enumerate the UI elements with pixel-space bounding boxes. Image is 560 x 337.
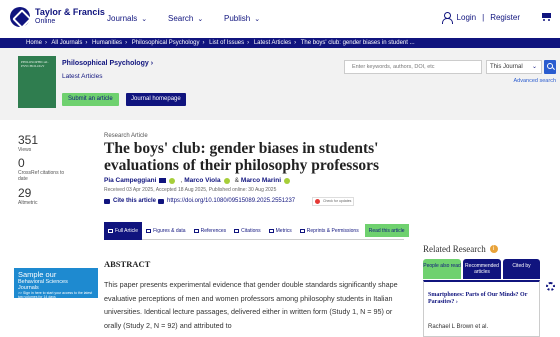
orcid-icon[interactable] [169,177,176,184]
breadcrumb-home[interactable]: Home [26,40,42,46]
tab-people-also-read[interactable]: People also read [423,259,461,279]
breadcrumb: Home › All Journals › Humanities › Philosop… [0,38,560,48]
chevron-down-icon: ⌄ [197,15,204,23]
journal-cover[interactable]: PHILOSOPHICAL PSYCHOLOGY [18,56,56,108]
crossmark-badge[interactable]: Check for updates [312,197,354,206]
views-label: Views [18,147,32,153]
breadcrumb-issues[interactable]: List of Issues [209,40,244,46]
journal-title[interactable]: Philosophical Psychology › [62,60,153,67]
quote-icon [234,228,240,233]
register-link[interactable]: Register [490,13,520,22]
crossref-label: CrossRef citations to date [18,170,65,182]
book-icon [193,228,199,233]
tab-metrics[interactable]: Metrics [265,222,296,240]
cite-article-link[interactable]: Cite this article [104,198,156,204]
journal-homepage-button[interactable]: Journal homepage [126,93,186,106]
article-dates: Received 03 Apr 2025, Accepted 18 Aug 20… [104,187,277,193]
breadcrumb-humanities[interactable]: Humanities [92,40,122,46]
link-icon [158,198,164,204]
orcid-icon[interactable] [284,177,290,184]
account-links: Login | Register [441,12,520,24]
tab-full-article[interactable]: Full Article [104,221,143,240]
chevron-down-icon: ⌄ [141,15,148,23]
chevron-down-icon: ⌄ [531,64,537,70]
related-article-author: Rachael L Brown et al. [428,324,489,330]
quote-icon [104,198,110,204]
tab-recommended[interactable]: Recommended articles [463,259,501,279]
brand-subtitle: Online [35,18,56,25]
article-tabs: Full Article Figures & data References C… [104,221,409,240]
author-link[interactable]: Marco Viola [184,177,220,184]
breadcrumb-latest[interactable]: Latest Articles [254,40,291,46]
breadcrumb-all-journals[interactable]: All Journals [51,40,82,46]
nav-publish[interactable]: Publish ⌄ [224,14,260,23]
tab-figures[interactable]: Figures & data [142,222,190,240]
related-research-heading: Related Research i [423,244,498,254]
altmetric-label: Altmetric [18,200,38,206]
crossref-count: 0 [18,156,25,170]
taylor-francis-logo-icon [10,7,30,27]
read-article-button[interactable]: Read this article [364,224,409,237]
views-count: 351 [18,133,39,147]
journal-banner: PHILOSOPHICAL PSYCHOLOGY Philosophical P… [0,48,560,120]
nav-search[interactable]: Search ⌄ [168,14,203,23]
brand-name: Taylor & Francis [35,7,105,17]
breadcrumb-current: The boys' club: gender biases in student… [300,40,415,46]
search-scope-select[interactable]: This Journal ⌄ [486,60,542,74]
email-icon[interactable] [159,178,167,183]
altmetric-count: 29 [18,186,32,200]
orcid-icon[interactable] [223,177,230,184]
breadcrumb-journal[interactable]: Philosophical Psychology [132,40,200,46]
bar-chart-icon [268,228,274,233]
journal-issue[interactable]: Latest Articles [62,73,102,80]
tab-cited-by[interactable]: Cited by [503,259,540,279]
lock-icon [299,228,305,233]
ad-cta[interactable]: >> Sign in here to start your access to … [18,291,94,299]
settings-gear-icon[interactable] [546,282,555,291]
image-icon [146,228,152,233]
tab-reprints[interactable]: Reprints & Permissions [296,222,363,240]
tab-references[interactable]: References [190,222,231,240]
user-icon [441,12,453,24]
author-link[interactable]: Pia Campeggiani [104,177,156,184]
author-list: Pia Campeggiani , Marco Viola & Marco Ma… [104,177,293,184]
submit-article-button[interactable]: Submit an article [62,93,119,106]
author-link[interactable]: Marco Marini [241,177,281,184]
advanced-search-link[interactable]: Advanced search [514,78,557,84]
login-link[interactable]: Login [457,13,477,22]
nav-journals[interactable]: Journals ⌄ [107,14,147,23]
document-icon [108,228,113,233]
search-icon[interactable] [544,60,556,74]
info-icon[interactable]: i [489,245,498,253]
search-input[interactable]: Enter keywords, authors, DOI, etc [344,60,482,74]
article-type: Research Article [104,133,148,139]
chevron-down-icon: ⌄ [254,15,261,23]
sample-journals-ad[interactable]: Sample our Behavioral Sciences Journals … [14,268,98,299]
cart-icon[interactable] [540,12,552,22]
tab-citations[interactable]: Citations [230,222,264,240]
abstract-heading: ABSTRACT [104,259,151,269]
related-article-title[interactable]: Smartphones: Parts of Our Minds? Or Para… [428,292,540,306]
doi-link[interactable]: https://doi.org/10.1080/09515089.2025.25… [158,198,295,204]
site-header: Taylor & Francis Online Journals ⌄ Search… [0,0,560,38]
site-logo[interactable]: Taylor & Francis Online [10,7,105,27]
article-title: The boys' club: gender biases in student… [104,140,380,174]
ad-headline: Sample our [18,270,57,279]
abstract-text: This paper presents experimental evidenc… [104,280,398,330]
